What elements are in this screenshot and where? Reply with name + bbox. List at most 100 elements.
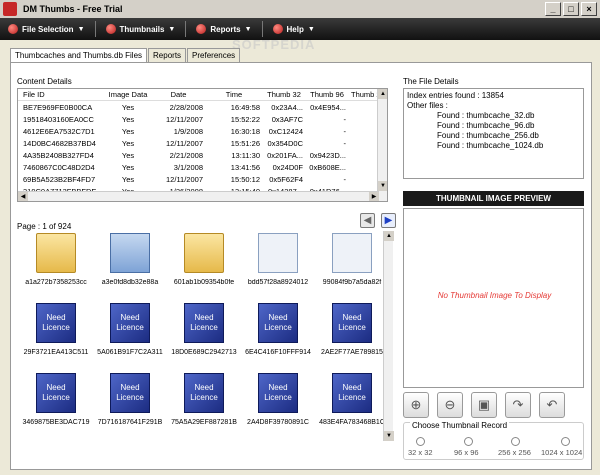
menu-thumbnails[interactable]: Thumbnails ▼ xyxy=(98,18,184,40)
grid-vertical-scrollbar[interactable]: ▲ ▼ xyxy=(383,231,394,441)
redo-button[interactable]: ↷ xyxy=(505,392,531,418)
found-file-text: Found : thumbcache_256.db xyxy=(437,131,539,140)
thumbnail-item[interactable]: Need Licence 483E4FA783468B1C xyxy=(313,373,391,439)
column-header[interactable]: Image Data xyxy=(102,90,149,99)
redo-icon: ↷ xyxy=(512,397,524,412)
thumbnail-caption: 7D716187641F291B xyxy=(97,419,163,426)
menu-file-selection[interactable]: File Selection ▼ xyxy=(0,18,93,40)
menu-reports[interactable]: Reports ▼ xyxy=(188,18,259,40)
thumbnail-item[interactable]: 99084f9b7a5da82f xyxy=(313,233,391,299)
thumbnail-item[interactable]: Need Licence 2AE2F77AE789815 xyxy=(313,303,391,369)
list-vertical-scrollbar[interactable]: ▲ ▼ xyxy=(377,89,387,201)
table-cell: 0x3AF7C xyxy=(271,114,303,124)
next-page-button[interactable]: ▶ xyxy=(381,213,396,228)
found-file-text: Found : thumbcache_1024.db xyxy=(437,141,544,150)
preview-toolbar: ⊕ ⊖ ▣ ↷ ↶ xyxy=(403,392,565,418)
scroll-up-icon[interactable]: ▲ xyxy=(384,231,394,241)
scroll-up-icon[interactable]: ▲ xyxy=(378,89,387,99)
table-cell: - xyxy=(346,163,382,172)
thumbnail-item[interactable]: Need Licence 75A5A29EF887281B xyxy=(165,373,243,439)
file-details-box: Index entries found : 13854 Other files … xyxy=(403,88,584,179)
need-licence-text: Need Licence xyxy=(116,383,144,402)
need-licence-image: Need Licence xyxy=(332,303,372,343)
thumbnail-item[interactable]: Need Licence 18D0E689C2942713 xyxy=(165,303,243,369)
table-row[interactable]: BE7E969FE0B00CA Yes 2/28/2008 16:49:58 0x23A… xyxy=(18,101,387,113)
thumbnail-caption: 2A4D8F39780891C xyxy=(247,419,309,426)
floppy-disk-icon: ▣ xyxy=(477,397,491,412)
red-orb-icon xyxy=(8,24,18,34)
tab-reports[interactable]: Reports xyxy=(148,48,187,62)
file-details-label: The File Details xyxy=(403,77,459,86)
column-header[interactable]: Time xyxy=(203,90,260,99)
scroll-down-icon[interactable]: ▼ xyxy=(384,431,394,441)
undo-button[interactable]: ↶ xyxy=(539,392,565,418)
table-cell: Yes xyxy=(121,174,135,184)
menu-bar: File Selection ▼ Thumbnails ▼ Reports ▼ … xyxy=(0,18,600,40)
thumbnail-item[interactable]: Need Licence 3469875BE3DAC719 xyxy=(17,373,95,439)
column-header[interactable]: File ID xyxy=(18,90,102,99)
tab-thumbcaches[interactable]: Thumbcaches and Thumbs.db Files xyxy=(10,48,148,63)
table-row[interactable]: 69B5A523B2BF4FD7 Yes 12/11/2007 15:50:12 0x5… xyxy=(18,173,387,185)
need-licence-image: Need Licence xyxy=(110,373,150,413)
need-licence-image: Need Licence xyxy=(184,303,224,343)
table-cell: 0x24D0F xyxy=(272,162,303,172)
radio-1024[interactable] xyxy=(561,437,570,446)
thumbnail-item[interactable]: Need Licence 29F3721EA413C511 xyxy=(17,303,95,369)
thumbnail-item[interactable]: a3e0fd8db32e88a xyxy=(91,233,169,299)
table-row[interactable]: 4A35B2408B327FD4 Yes 2/21/2008 13:11:30 0x20… xyxy=(18,149,387,161)
table-cell: BE7E969FE0B00CA xyxy=(23,102,93,112)
arrow-right-icon: ▶ xyxy=(384,215,393,226)
thumbnail-item[interactable]: bdd57f28a8924012 xyxy=(239,233,317,299)
save-button[interactable]: ▣ xyxy=(471,392,497,418)
menu-help[interactable]: Help ▼ xyxy=(265,18,323,40)
zoom-in-button[interactable]: ⊕ xyxy=(403,392,429,418)
content-details-list[interactable]: File ID Image Data Date Time Thumb 32 Th… xyxy=(17,88,388,202)
table-cell: 0xB608E... xyxy=(309,162,346,172)
thumbnail-item[interactable]: a1a272b7358253cc xyxy=(17,233,95,299)
scroll-left-icon[interactable]: ◀ xyxy=(18,192,28,201)
window-title: DM Thumbs - Free Trial xyxy=(23,4,123,14)
no-thumbnail-message: No Thumbnail Image To Display xyxy=(437,291,552,300)
previous-page-button[interactable]: ◀ xyxy=(360,213,375,228)
scroll-right-icon[interactable]: ▶ xyxy=(369,192,379,201)
radio-32[interactable] xyxy=(416,437,425,446)
zoom-out-icon: ⊖ xyxy=(444,397,456,412)
thumbnail-caption: 2AE2F77AE789815 xyxy=(321,349,383,356)
table-cell: 15:50:12 xyxy=(230,174,260,184)
tab-preferences[interactable]: Preferences xyxy=(187,48,241,62)
thumbnail-item[interactable]: Need Licence 7D716187641F291B xyxy=(91,373,169,439)
table-cell: 4612E6EA7532C7D1 xyxy=(23,126,95,136)
column-header[interactable]: Thumb 32 xyxy=(260,90,303,99)
thumbnail-item[interactable]: Need Licence 6E4C416F10FFF914 xyxy=(239,303,317,369)
minimize-button[interactable]: _ xyxy=(545,2,561,16)
index-entries-text: Index entries found : 13854 xyxy=(407,91,504,100)
table-row[interactable]: 14D0BC4682B37BD4 Yes 12/11/2007 15:51:26 0x3… xyxy=(18,137,387,149)
need-licence-image: Need Licence xyxy=(110,303,150,343)
scroll-down-icon[interactable]: ▼ xyxy=(378,181,387,191)
table-cell: - xyxy=(343,174,347,184)
radio-96[interactable] xyxy=(464,437,473,446)
column-header[interactable]: Thumb 96 xyxy=(303,90,346,99)
thumbnail-preview: No Thumbnail Image To Display xyxy=(403,208,584,388)
maximize-button[interactable]: □ xyxy=(563,2,579,16)
table-cell: 4A35B2408B327FD4 xyxy=(23,150,94,160)
thumbnail-item[interactable]: Need Licence 2A4D8F39780891C xyxy=(239,373,317,439)
table-row[interactable]: 19518403160EA0CC Yes 12/11/2007 15:52:22 0x3… xyxy=(18,113,387,125)
arrow-left-icon: ◀ xyxy=(363,215,372,226)
column-header[interactable]: Thumb 256 xyxy=(346,90,381,99)
table-row[interactable]: 7460867C0C48D2D4 Yes 3/1/2008 13:41:56 0x24D… xyxy=(18,161,387,173)
chevron-down-icon: ▼ xyxy=(77,25,85,33)
thumbnail-caption: bdd57f28a8924012 xyxy=(247,279,309,286)
table-row[interactable]: 4612E6EA7532C7D1 Yes 1/9/2008 16:30:18 0xC12… xyxy=(18,125,387,137)
need-licence-image: Need Licence xyxy=(258,303,298,343)
list-horizontal-scrollbar[interactable]: ◀ ▶ xyxy=(18,191,379,201)
zoom-out-button[interactable]: ⊖ xyxy=(437,392,463,418)
thumbnail-caption: a3e0fd8db32e88a xyxy=(101,279,159,286)
radio-256[interactable] xyxy=(511,437,520,446)
close-button[interactable]: × xyxy=(581,2,597,16)
thumbnail-item[interactable]: Need Licence 5A061B91F7C2A311 xyxy=(91,303,169,369)
radio-label: 32 x 32 xyxy=(408,448,433,457)
thumbnail-item[interactable]: 601ab1b09354b0fe xyxy=(165,233,243,299)
column-header[interactable]: Date xyxy=(149,90,203,99)
table-cell: - xyxy=(346,151,382,160)
